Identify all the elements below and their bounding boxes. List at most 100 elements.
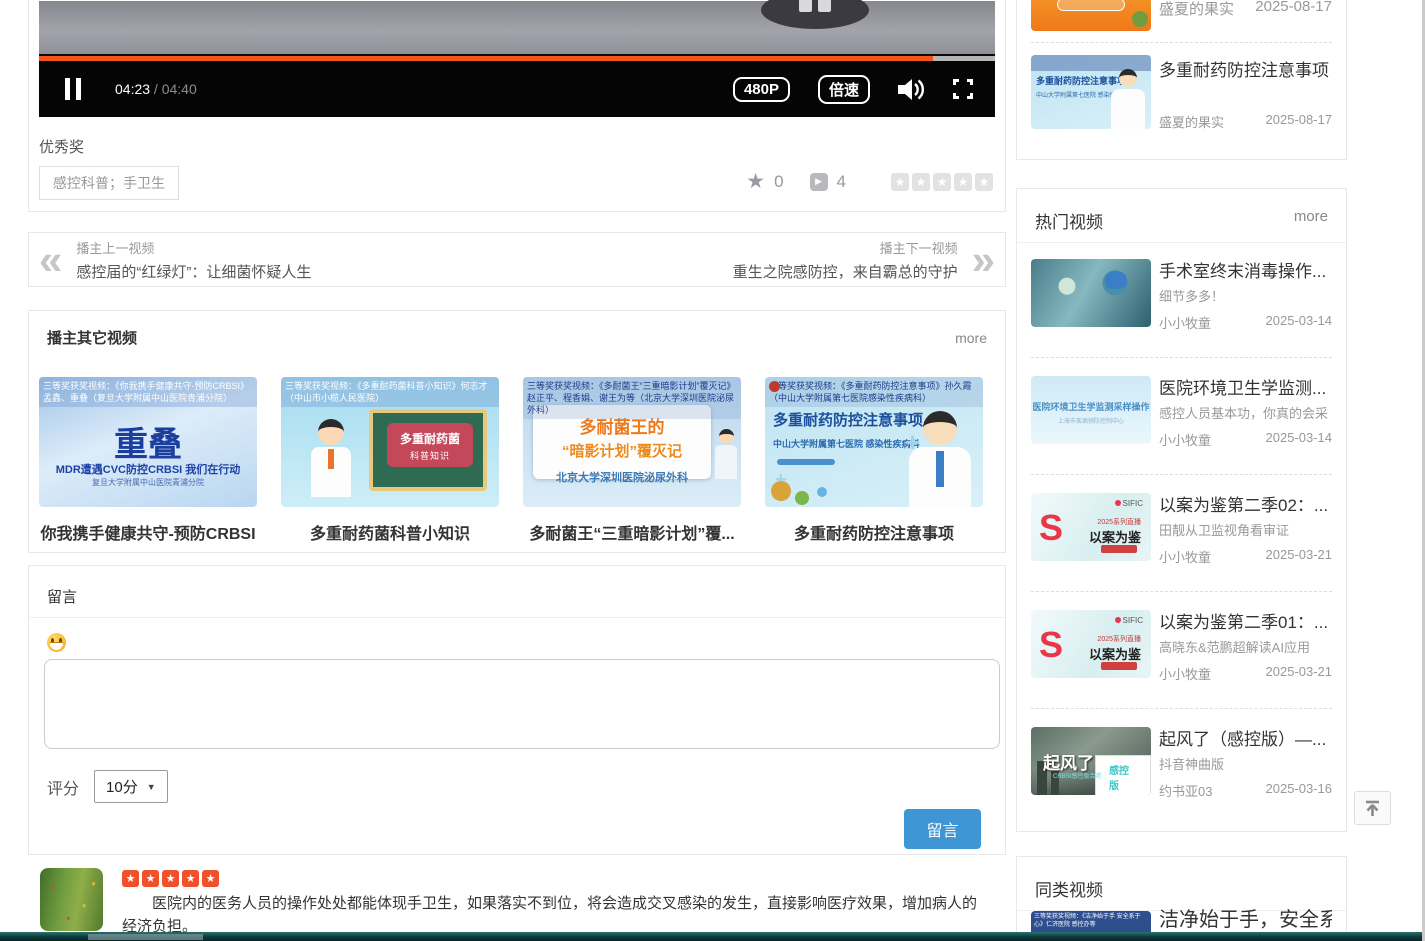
next-video-title: 重生之院感防控，来自霸总的守护	[733, 261, 958, 282]
other-video-item[interactable]: 三等奖获奖视频：《你我携手健康共守-预防CRBSI》孟鑫、重叠（复旦大学附属中山…	[39, 377, 257, 544]
rating-star-icon[interactable]: ★	[912, 173, 930, 191]
video-date: 2025-03-14	[1266, 430, 1333, 445]
video-thumbnail[interactable]: S SIFIC 2025系列直播 以案为鉴	[1031, 493, 1151, 561]
thumbnail-overlay-text	[1031, 55, 1151, 71]
video-author[interactable]: 约书亚03	[1159, 781, 1212, 800]
video-tag[interactable]: 感控科普；手卫生	[39, 166, 179, 200]
similar-videos-card: 同类视频 三等奖获奖视频：《洁净始于手 安全系于心》仁济医院 感控办等 洁净始于…	[1016, 856, 1347, 941]
video-thumbnail[interactable]: 起风了 感控版 CRBSI感控版合唱	[1031, 727, 1151, 795]
emoji-picker-icon[interactable]	[47, 633, 66, 652]
prev-video-title: 感控届的“红绿灯”：让细菌怀疑人生	[76, 261, 311, 282]
thumbnail-text: 2025系列直播	[1097, 517, 1141, 527]
video-title[interactable]: 以案为鉴第二季01：...	[1159, 608, 1332, 633]
cartoon-doctor-graphic	[309, 419, 353, 497]
cartoon-doctor-graphic	[713, 429, 739, 489]
next-video-link[interactable]: 播主下一视频 重生之院感防控，来自霸总的守护 »	[733, 238, 995, 282]
play-count-icon: ▶	[810, 173, 828, 191]
video-thumbnail[interactable]: 医院环境卫生学监测采样操作 上海市疾病预防控制中心	[1031, 376, 1151, 444]
germ-graphic	[817, 487, 827, 497]
thumbnail-text: 多重耐药防控注意事项	[773, 409, 923, 430]
video-thumbnail[interactable]: 多重耐药防控注意事项 中山大学附属第七医院 感染性疾病科	[1031, 55, 1151, 129]
other-videos-more-link[interactable]: more	[955, 330, 987, 346]
taskbar-item	[88, 934, 203, 940]
video-title[interactable]: 起风了（感控版）—...	[1159, 725, 1332, 750]
favorite-star-icon[interactable]: ★	[746, 169, 765, 194]
thumbnail-text: “暗影计划”覆灭记	[533, 440, 711, 461]
other-video-item[interactable]: 三等奖获奖视频：《多耐菌王“三重暗影计划”覆灭记》赵正平、程香娟、谢王为等（北京…	[523, 377, 741, 544]
video-title[interactable]: 多耐菌王“三重暗影计划”覆...	[523, 520, 741, 544]
rating-star-icon[interactable]: ★	[933, 173, 951, 191]
rating-star-icon[interactable]: ★	[891, 173, 909, 191]
thumbnail-text: 医院环境卫生学监测采样操作	[1031, 400, 1151, 413]
video-thumbnail[interactable]: 三等奖获奖视频：《多重耐药菌科普小知识》何志才（中山市小榄人民医院） 多重耐药菌…	[281, 377, 499, 507]
thumbnail-overlay-text: 二等奖获奖视频：《多重耐药防控注意事项》孙久霞（中山大学附属第七医院感染性疾病科…	[765, 377, 983, 407]
video-author[interactable]: 小小牧童	[1159, 430, 1211, 449]
submit-comment-button[interactable]: 留言	[904, 809, 981, 849]
rating-select[interactable]: 10分 ▼	[94, 770, 168, 803]
video-author[interactable]: 小小牧童	[1159, 313, 1211, 332]
video-thumbnail[interactable]	[1031, 0, 1151, 31]
video-date: 2025-08-17	[1266, 112, 1333, 127]
speed-button[interactable]: 倍速	[818, 75, 870, 104]
rating-stars: ★ ★ ★ ★ ★	[888, 173, 993, 191]
video-title[interactable]: 你我携手健康共守-预防CRBSI	[39, 520, 257, 544]
thumbnail-text: 上海市疾病预防控制中心	[1031, 418, 1151, 427]
other-video-item[interactable]: 三等奖获奖视频：《多重耐药菌科普小知识》何志才（中山市小榄人民医院） 多重耐药菌…	[281, 377, 499, 544]
sific-logo: SIFIC	[1115, 499, 1143, 508]
star-icon: ★	[142, 870, 159, 887]
pause-button[interactable]	[65, 78, 83, 100]
video-thumbnail[interactable]	[1031, 259, 1151, 327]
video-author[interactable]: 小小牧童	[1159, 547, 1211, 566]
video-frame	[39, 1, 995, 56]
video-title[interactable]: 多重耐药防控注意事项	[765, 520, 983, 544]
video-controls-bar: 04:23 / 04:40 480P 倍速	[39, 61, 995, 117]
video-title[interactable]: 以案为鉴第二季02：...	[1159, 491, 1332, 516]
rating-select-value: 10分	[106, 776, 138, 797]
dispenser-object-in-video	[761, 0, 869, 29]
star-icon: ★	[162, 870, 179, 887]
thumbnail-text: 科普知识	[387, 449, 473, 462]
video-thumbnail[interactable]: 二等奖获奖视频：《多重耐药防控注意事项》孙久霞（中山大学附属第七医院感染性疾病科…	[765, 377, 983, 507]
video-title[interactable]: 手术室终末消毒操作...	[1159, 257, 1332, 282]
award-badge-icon	[769, 381, 780, 392]
favorite-count: 0	[774, 172, 783, 192]
video-author[interactable]: 盛夏的果实	[1159, 112, 1224, 131]
thumbnail-text: 感控版	[1095, 755, 1151, 795]
rating-star-icon[interactable]: ★	[975, 173, 993, 191]
back-to-top-button[interactable]	[1354, 791, 1391, 825]
other-video-item[interactable]: 二等奖获奖视频：《多重耐药防控注意事项》孙久霞（中山大学附属第七医院感染性疾病科…	[765, 377, 983, 544]
germ-graphic	[771, 481, 791, 501]
next-chevron-icon: »	[972, 242, 995, 278]
prev-video-link[interactable]: « 播主上一视频 感控届的“红绿灯”：让细菌怀疑人生	[39, 238, 311, 282]
video-thumbnail[interactable]: 三等奖获奖视频：《多耐菌王“三重暗影计划”覆灭记》赵正平、程香娟、谢王为等（北京…	[523, 377, 741, 507]
video-thumbnail[interactable]: 三等奖获奖视频：《你我携手健康共守-预防CRBSI》孟鑫、重叠（复旦大学附属中山…	[39, 377, 257, 507]
thumbnail-text: 以案为鉴	[1089, 527, 1141, 546]
thumbnail-text: 2025系列直播	[1097, 634, 1141, 644]
divider	[1031, 42, 1332, 43]
fullscreen-icon[interactable]	[953, 79, 973, 99]
decorative-bar	[777, 459, 835, 465]
volume-icon[interactable]	[898, 78, 925, 101]
video-date: 2025-03-14	[1266, 313, 1333, 328]
comment-rating-stars: ★ ★ ★ ★ ★	[122, 870, 219, 887]
duration: 04:40	[162, 81, 197, 97]
video-title[interactable]: 医院环境卫生学监测...	[1159, 374, 1332, 399]
video-author[interactable]: 盛夏的果实	[1159, 0, 1234, 19]
hot-videos-more-link[interactable]: more	[1294, 208, 1328, 242]
video-title[interactable]: 多重耐药防控注意事项	[1159, 56, 1332, 81]
video-thumbnail[interactable]: S SIFIC 2025系列直播 以案为鉴	[1031, 610, 1151, 678]
thumbnail-overlay-text: 三等奖获奖视频：《多重耐药菌科普小知识》何志才（中山市小榄人民医院）	[281, 377, 499, 407]
quality-button[interactable]: 480P	[733, 77, 790, 102]
award-label: 优秀奖	[39, 136, 84, 157]
prev-video-label: 播主上一视频	[76, 238, 311, 257]
rating-star-icon[interactable]: ★	[954, 173, 972, 191]
germ-graphic	[795, 491, 809, 505]
video-title[interactable]: 洁净始于手，安全系	[1159, 903, 1332, 932]
video-player[interactable]: 04:23 / 04:40 480P 倍速	[39, 1, 995, 117]
commenter-avatar[interactable]	[40, 868, 103, 931]
chevron-down-icon: ▼	[147, 782, 156, 792]
comment-input[interactable]	[44, 659, 1000, 749]
video-title[interactable]: 多重耐药菌科普小知识	[281, 520, 499, 544]
video-author[interactable]: 小小牧童	[1159, 664, 1211, 683]
thumbnail-overlay-text: 三等奖获奖视频：《你我携手健康共守-预防CRBSI》孟鑫、重叠（复旦大学附属中山…	[39, 377, 257, 407]
